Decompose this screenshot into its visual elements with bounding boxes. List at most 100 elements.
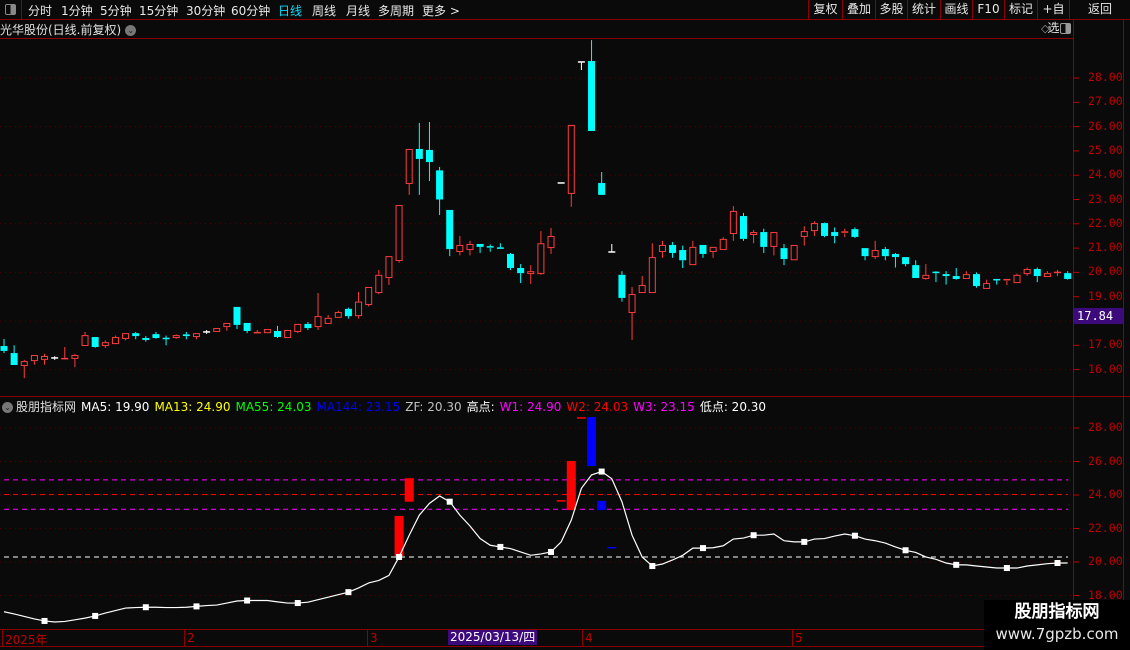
- candle-body: [912, 265, 920, 278]
- price-chart[interactable]: [0, 0, 1130, 650]
- candle-body: [446, 209, 454, 250]
- candle: [942, 271, 950, 285]
- candle: [588, 40, 596, 131]
- candle: [952, 268, 960, 280]
- candle: [831, 227, 839, 244]
- candle: [10, 345, 18, 365]
- candle-body: [41, 355, 49, 360]
- candle: [547, 227, 555, 254]
- candle-body: [709, 246, 717, 252]
- candle-body: [760, 232, 768, 247]
- price-axis-label: 19.00: [1088, 288, 1123, 303]
- candle-body: [81, 335, 89, 347]
- candle: [344, 307, 352, 319]
- candle-body: [537, 243, 545, 275]
- candle: [719, 237, 727, 251]
- candle-body: [30, 355, 38, 362]
- candle-body: [0, 346, 8, 351]
- candle: [496, 243, 504, 249]
- candle: [993, 278, 1001, 285]
- candle: [760, 228, 768, 253]
- candle: [962, 271, 970, 279]
- candle-body: [831, 232, 839, 236]
- indicator-value: W1: 24.90: [499, 400, 562, 414]
- x-axis-label: 2: [187, 631, 195, 645]
- candle-body: [132, 333, 140, 337]
- candle: [699, 244, 707, 258]
- price-axis-label: 27.00: [1088, 94, 1123, 109]
- indicator-marker: [699, 545, 706, 552]
- indicator-value: W2: 24.03: [566, 400, 629, 414]
- candle: [162, 335, 170, 346]
- candle-body: [942, 274, 950, 277]
- signal-bar: [566, 460, 576, 511]
- indicator-marker: [649, 563, 656, 570]
- candle: [425, 121, 433, 182]
- cursor-date: 2025/03/13/四: [448, 630, 538, 645]
- candle: [871, 240, 879, 260]
- candle-body: [952, 276, 960, 279]
- candle: [192, 333, 200, 340]
- candle-body: [1033, 268, 1041, 277]
- candle: [972, 272, 980, 288]
- x-axis-label: 2025年: [5, 633, 48, 647]
- candle-body: [314, 316, 322, 328]
- candle-body: [385, 256, 393, 278]
- candle: [658, 240, 666, 258]
- candle: [861, 248, 869, 261]
- candle-body: [71, 355, 79, 359]
- candle: [446, 209, 454, 257]
- candle: [365, 286, 373, 307]
- candle: [608, 243, 616, 253]
- candle-body: [517, 268, 525, 274]
- price-axis-label: 16.00: [1088, 361, 1123, 376]
- indicator-name: 股朋指标网: [16, 400, 77, 414]
- price-axis-label: 25.00: [1088, 142, 1123, 157]
- candle-body: [122, 333, 130, 339]
- candle-body: [355, 301, 363, 317]
- price-axis-label: 20.00: [1088, 264, 1123, 279]
- candle: [851, 227, 859, 238]
- candle-body: [1064, 273, 1072, 279]
- x-axis-tick: [2, 630, 3, 646]
- candle-body: [436, 170, 444, 200]
- candle-body: [729, 210, 737, 235]
- candle: [912, 260, 920, 278]
- candle: [152, 331, 160, 339]
- candle: [233, 306, 241, 330]
- x-axis-tick: [184, 630, 185, 646]
- indicator-marker: [396, 553, 403, 560]
- sub-axis-label: 24.00: [1088, 487, 1123, 501]
- candle: [0, 338, 8, 354]
- candle: [314, 293, 322, 330]
- candle: [476, 243, 484, 253]
- candle: [385, 256, 393, 286]
- indicator-value: 低点: 20.30: [699, 400, 767, 414]
- candle: [20, 359, 28, 379]
- candle-body: [962, 274, 970, 279]
- indicator-value: MA144: 23.15: [316, 400, 401, 414]
- candle: [881, 246, 889, 261]
- candle: [770, 232, 778, 256]
- candle-body: [598, 182, 606, 195]
- candle-body: [922, 274, 930, 279]
- candle: [375, 269, 383, 295]
- signal-bar: [597, 500, 607, 511]
- candle: [679, 245, 687, 269]
- candle-body: [456, 244, 464, 252]
- candle: [486, 244, 494, 252]
- candle-body: [425, 149, 433, 163]
- candle-body: [861, 248, 869, 257]
- candle: [1033, 267, 1041, 283]
- candle-body: [507, 253, 514, 269]
- chevron-down-icon[interactable]: ⌄: [2, 402, 13, 413]
- candle: [51, 356, 59, 360]
- x-axis-tick: [582, 630, 583, 646]
- price-axis-label: 17.00: [1088, 337, 1123, 352]
- candle: [739, 212, 747, 241]
- candle-body: [567, 124, 575, 194]
- candle-body: [466, 243, 474, 251]
- candle-body: [263, 329, 271, 334]
- indicator-header: ⌄ 股朋指标网 MA5: 19.90 MA13: 24.90 MA55: 24.03 MA…: [2, 398, 776, 414]
- candle: [243, 322, 251, 334]
